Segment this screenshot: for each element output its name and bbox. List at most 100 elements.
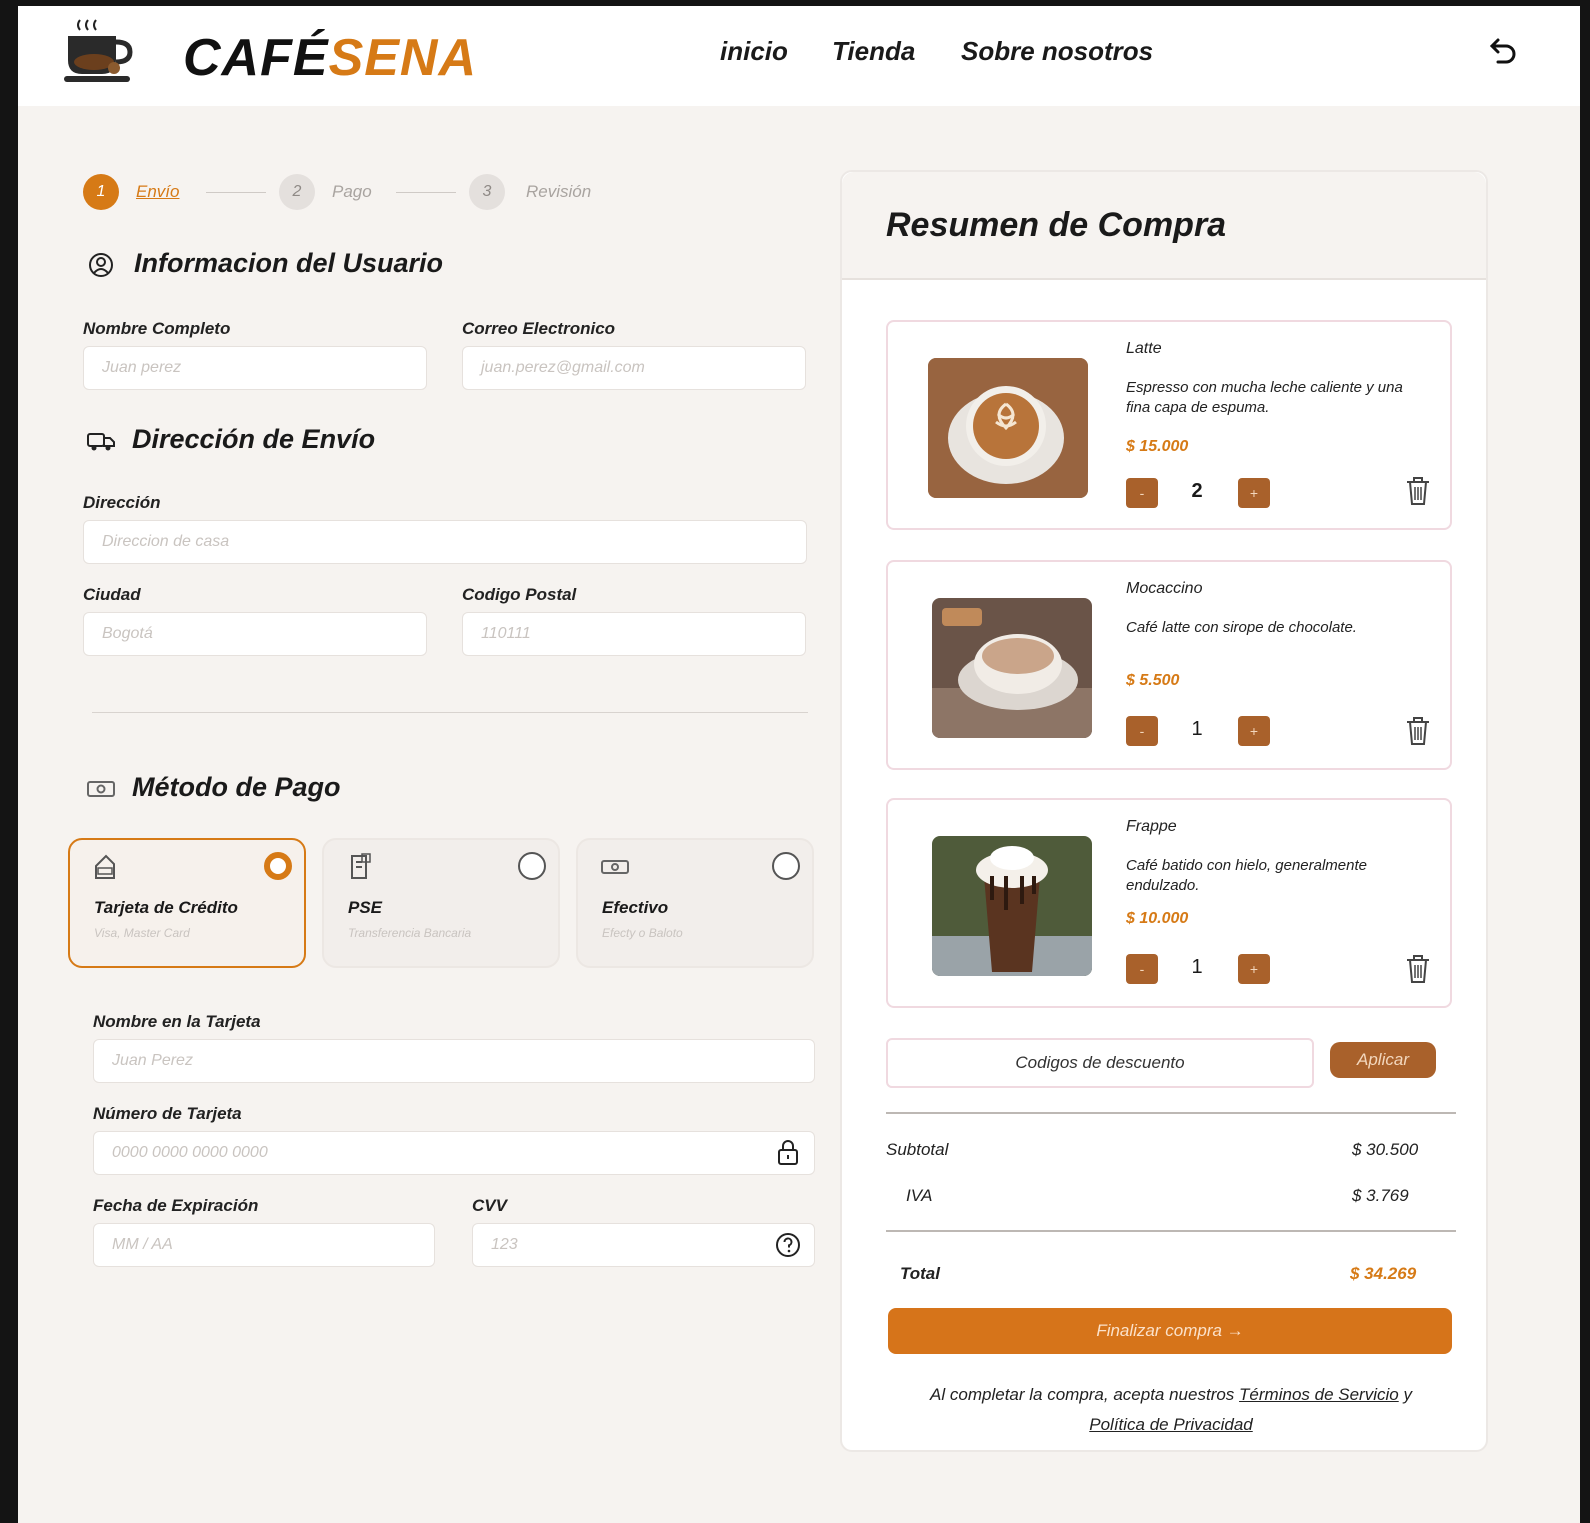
cvv-label: CVV xyxy=(472,1196,507,1215)
item-quantity: 1 xyxy=(1191,718,1203,740)
subtotal-value: $ 30.500 xyxy=(1352,1140,1419,1159)
increase-qty-button[interactable]: + xyxy=(1238,954,1270,984)
order-summary-panel: Resumen de Compra Latte Espresso con muc… xyxy=(840,170,1488,1452)
bank-transfer-icon xyxy=(351,853,371,879)
finalize-purchase-button[interactable]: Finalizar compra → xyxy=(888,1308,1452,1354)
item-description: Café latte con sirope de chocolate. xyxy=(1126,619,1357,636)
nav-sobre-nosotros[interactable]: Sobre nosotros xyxy=(961,36,1153,67)
trash-icon[interactable] xyxy=(1404,714,1432,748)
truck-icon xyxy=(87,433,115,451)
increase-qty-button[interactable]: + xyxy=(1238,716,1270,746)
cart-item-latte: Latte Espresso con mucha leche caliente … xyxy=(886,320,1452,530)
cash-title: Efectivo xyxy=(602,898,669,917)
pse-sub: Transferencia Bancaria xyxy=(348,926,472,940)
card-name-label: Nombre en la Tarjeta xyxy=(93,1012,261,1031)
item-name: Latte xyxy=(1126,340,1162,357)
step-2-circle[interactable]: 2 xyxy=(279,174,315,210)
radio-selected[interactable] xyxy=(264,852,292,880)
item-price: $ 5.500 xyxy=(1126,672,1180,689)
subtotal-label: Subtotal xyxy=(886,1140,949,1159)
credit-card-sub: Visa, Master Card xyxy=(94,926,190,940)
zip-label: Codigo Postal xyxy=(462,585,577,604)
nav-tienda[interactable]: Tienda xyxy=(832,36,915,67)
help-icon[interactable] xyxy=(774,1231,802,1259)
step-connector xyxy=(396,192,456,193)
summary-divider xyxy=(886,1112,1456,1114)
radio-unselected[interactable] xyxy=(518,852,546,880)
zip-input[interactable]: 110111 xyxy=(462,612,806,656)
step-3-label[interactable]: Revisión xyxy=(526,182,591,202)
decrease-qty-button[interactable]: - xyxy=(1126,954,1158,984)
top-header: CAFÉSENA inicio Tienda Sobre nosotros xyxy=(18,6,1580,106)
payment-title: Método de Pago xyxy=(132,772,341,802)
expiry-input[interactable]: MM / AA xyxy=(93,1223,435,1267)
email-label: Correo Electronico xyxy=(462,319,616,338)
city-input[interactable]: Bogotá xyxy=(83,612,427,656)
item-name: Frappe xyxy=(1126,818,1177,835)
user-info-title: Informacion del Usuario xyxy=(134,248,444,278)
decrease-qty-button[interactable]: - xyxy=(1126,716,1158,746)
card-number-label: Número de Tarjeta xyxy=(93,1104,242,1123)
apply-discount-button[interactable]: Aplicar xyxy=(1330,1042,1436,1078)
item-name: Mocaccino xyxy=(1126,580,1203,597)
summary-header: Resumen de Compra xyxy=(842,172,1486,280)
payment-option-credit-card[interactable]: Tarjeta de Crédito Visa, Master Card xyxy=(68,838,306,968)
credit-card-icon xyxy=(95,854,115,879)
shipping-title: Dirección de Envío xyxy=(132,424,376,454)
latte-image xyxy=(928,358,1088,498)
summary-divider xyxy=(886,1230,1456,1232)
brand-logo-text[interactable]: CAFÉSENA xyxy=(183,28,477,88)
undo-icon[interactable] xyxy=(1484,36,1520,72)
terms-of-service-link[interactable]: Términos de Servicio xyxy=(1239,1385,1399,1404)
total-label: Total xyxy=(900,1264,940,1283)
card-number-input[interactable]: 0000 0000 0000 0000 xyxy=(93,1131,815,1175)
terms-and: y xyxy=(1403,1385,1412,1404)
cart-item-frappe: Frappe Café batido con hielo, generalmen… xyxy=(886,798,1452,1008)
cvv-input[interactable]: 123 xyxy=(472,1223,815,1267)
cart-item-mocaccino: Mocaccino Café latte con sirope de choco… xyxy=(886,560,1452,770)
pse-title: PSE xyxy=(348,898,383,917)
city-label: Ciudad xyxy=(83,585,141,604)
payment-option-pse[interactable]: PSE Transferencia Bancaria xyxy=(322,838,560,968)
item-quantity: 2 xyxy=(1191,480,1203,502)
item-description: Espresso con mucha leche caliente y una … xyxy=(1126,379,1403,416)
coffee-cup-logo-icon xyxy=(64,19,133,82)
app-frame: CAFÉSENA inicio Tienda Sobre nosotros 1 … xyxy=(18,6,1580,1523)
frappe-image xyxy=(932,836,1092,976)
brand-sena: SENA xyxy=(328,29,478,87)
item-price: $ 15.000 xyxy=(1126,438,1189,455)
mocaccino-image xyxy=(932,598,1092,738)
summary-title: Resumen de Compra xyxy=(886,206,1227,244)
section-divider xyxy=(92,712,808,713)
decrease-qty-button[interactable]: - xyxy=(1126,478,1158,508)
name-label: Nombre Completo xyxy=(83,319,231,338)
step-3-circle[interactable]: 3 xyxy=(469,174,505,210)
brand-cafe: CAFÉ xyxy=(183,29,329,87)
radio-unselected[interactable] xyxy=(772,852,800,880)
cash-icon xyxy=(601,860,629,874)
step-1-label[interactable]: Envío xyxy=(136,182,179,202)
payment-option-cash[interactable]: Efectivo Efecty o Baloto xyxy=(576,838,814,968)
step-connector xyxy=(206,192,266,193)
terms-prefix: Al completar la compra, acepta nuestros xyxy=(930,1385,1235,1404)
address-input[interactable]: Direccion de casa xyxy=(83,520,807,564)
address-label: Dirección xyxy=(83,493,161,512)
cash-sub: Efecty o Baloto xyxy=(602,926,683,940)
nav-inicio[interactable]: inicio xyxy=(720,36,788,67)
step-2-label[interactable]: Pago xyxy=(332,182,372,202)
iva-value: $ 3.769 xyxy=(1352,1186,1409,1205)
step-1-circle[interactable]: 1 xyxy=(83,174,119,210)
item-price: $ 10.000 xyxy=(1126,910,1189,927)
expiry-label: Fecha de Expiración xyxy=(93,1196,259,1215)
user-circle-icon xyxy=(89,253,113,277)
iva-label: IVA xyxy=(906,1186,933,1205)
card-name-input[interactable]: Juan Perez xyxy=(93,1039,815,1083)
full-name-input[interactable]: Juan perez xyxy=(83,346,427,390)
email-input[interactable]: juan.perez@gmail.com xyxy=(462,346,806,390)
trash-icon[interactable] xyxy=(1404,474,1432,508)
trash-icon[interactable] xyxy=(1404,952,1432,986)
privacy-policy-link[interactable]: Política de Privacidad xyxy=(1089,1415,1252,1434)
increase-qty-button[interactable]: + xyxy=(1238,478,1270,508)
discount-code-input[interactable]: Codigos de descuento xyxy=(886,1038,1314,1088)
lock-icon xyxy=(778,1140,798,1165)
